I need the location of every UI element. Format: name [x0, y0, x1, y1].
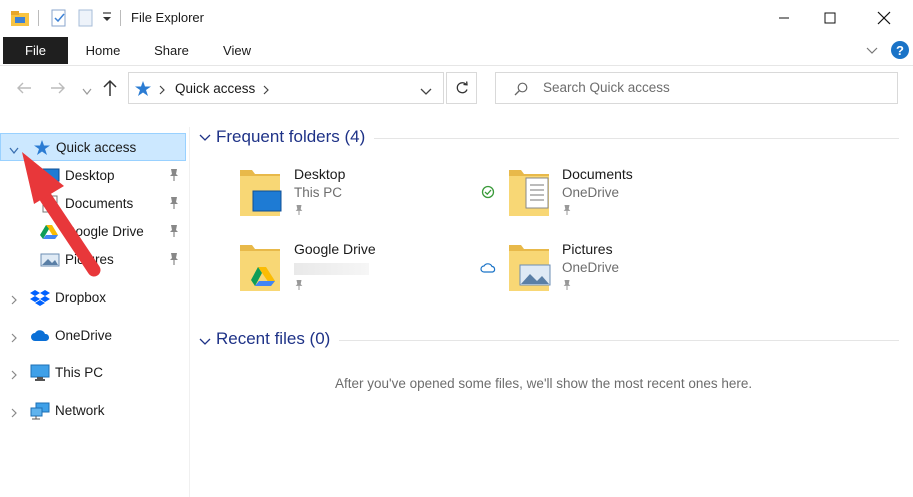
up-arrow-icon[interactable] — [103, 79, 117, 100]
search-input[interactable]: Search Quick access — [543, 80, 670, 95]
empty-recent-files-message: After you've opened some files, we'll sh… — [335, 376, 753, 391]
sidebar-item-label: Network — [55, 403, 105, 418]
address-dropdown-icon[interactable] — [420, 84, 432, 99]
network-icon — [30, 402, 50, 423]
folder-location: OneDrive — [562, 260, 620, 275]
tab-file[interactable]: File — [3, 37, 68, 64]
recent-files-header[interactable]: Recent files (0) — [216, 329, 330, 349]
star-icon — [134, 80, 152, 100]
sidebar-item-onedrive[interactable]: OneDrive — [0, 322, 186, 350]
search-icon — [514, 82, 528, 99]
minimize-icon — [779, 17, 789, 19]
collapse-section-chevron-icon[interactable] — [199, 130, 211, 145]
ribbon-tabs: File Home Share View ? — [0, 37, 913, 66]
this-pc-icon — [30, 364, 50, 385]
folder-tile-pictures[interactable]: Pictures OneDrive — [479, 241, 719, 299]
tab-view[interactable]: View — [212, 37, 262, 64]
maximize-icon — [824, 12, 836, 24]
tab-share[interactable]: Share — [144, 37, 199, 64]
folder-location: This PC — [294, 185, 343, 200]
chevron-right-icon[interactable] — [10, 406, 18, 421]
sidebar-item-network[interactable]: Network — [0, 397, 186, 425]
refresh-icon — [456, 81, 468, 94]
forward-arrow-icon[interactable] — [50, 81, 66, 98]
pin-icon[interactable] — [168, 224, 180, 241]
pin-icon[interactable] — [168, 196, 180, 213]
sidebar-item-this-pc[interactable]: This PC — [0, 359, 186, 387]
frequent-folders-header[interactable]: Frequent folders (4) — [216, 127, 365, 147]
section-divider — [339, 340, 899, 341]
cloud-status-icon — [480, 261, 496, 276]
refresh-button[interactable] — [446, 72, 477, 104]
folder-name: Desktop — [294, 166, 346, 182]
collapse-section-chevron-icon[interactable] — [199, 334, 211, 349]
pin-icon — [562, 279, 572, 294]
folder-name: Google Drive — [294, 241, 376, 257]
customize-toolbar-dropdown-icon[interactable] — [101, 11, 113, 26]
sidebar-item-label: OneDrive — [55, 328, 113, 343]
folder-tile-desktop[interactable]: Desktop This PC — [237, 166, 477, 224]
chevron-right-icon[interactable] — [10, 368, 18, 383]
address-bar[interactable]: Quick access — [128, 72, 444, 104]
pictures-folder-icon — [506, 241, 552, 296]
back-arrow-icon[interactable] — [16, 81, 32, 98]
folder-tile-google-drive[interactable]: Google Drive — [237, 241, 477, 299]
close-button[interactable] — [861, 0, 907, 36]
file-explorer-app-icon[interactable] — [10, 9, 30, 30]
pin-icon[interactable] — [168, 252, 180, 269]
window-title: File Explorer — [131, 10, 204, 25]
breadcrumb-separator-icon[interactable] — [262, 83, 270, 98]
search-box[interactable]: Search Quick access — [495, 72, 898, 104]
tab-home[interactable]: Home — [76, 37, 130, 64]
annotation-arrow-icon — [22, 152, 101, 277]
onedrive-icon — [30, 329, 50, 345]
sidebar-item-label: Dropbox — [55, 290, 107, 305]
chevron-right-icon[interactable] — [10, 331, 18, 346]
sync-status-check-icon — [481, 185, 495, 202]
folder-name: Pictures — [562, 241, 613, 257]
chevron-right-icon[interactable] — [10, 293, 18, 308]
folder-tile-documents[interactable]: Documents OneDrive — [479, 166, 719, 224]
folder-name: Documents — [562, 166, 633, 182]
content-pane: Frequent folders (4) Desktop This PC Doc… — [189, 113, 913, 497]
pin-icon — [562, 204, 572, 219]
google-drive-folder-icon — [237, 241, 283, 296]
divider — [38, 10, 39, 26]
pin-icon — [294, 204, 304, 219]
properties-icon[interactable] — [50, 9, 68, 30]
section-divider — [374, 138, 899, 139]
new-folder-icon[interactable] — [78, 9, 94, 30]
help-icon[interactable]: ? — [890, 40, 910, 63]
pin-icon[interactable] — [168, 168, 180, 185]
sidebar-item-label: This PC — [55, 365, 104, 380]
svg-text:?: ? — [896, 43, 904, 58]
sidebar-item-dropbox[interactable]: Dropbox — [0, 284, 186, 312]
minimize-button[interactable] — [761, 0, 807, 36]
dropbox-icon — [30, 289, 50, 310]
recent-locations-chevron-icon[interactable] — [82, 84, 92, 99]
breadcrumb-quick-access[interactable]: Quick access — [175, 81, 255, 96]
blurred-location — [294, 263, 369, 275]
close-icon — [877, 11, 891, 25]
expand-ribbon-icon[interactable] — [866, 44, 878, 59]
divider — [120, 10, 121, 26]
maximize-button[interactable] — [807, 0, 853, 36]
pin-icon — [294, 279, 304, 294]
title-bar: File Explorer — [0, 0, 913, 36]
desktop-folder-icon — [237, 166, 283, 221]
folder-location: OneDrive — [562, 185, 620, 200]
breadcrumb-separator-icon[interactable] — [158, 83, 166, 98]
documents-folder-icon — [506, 166, 552, 221]
